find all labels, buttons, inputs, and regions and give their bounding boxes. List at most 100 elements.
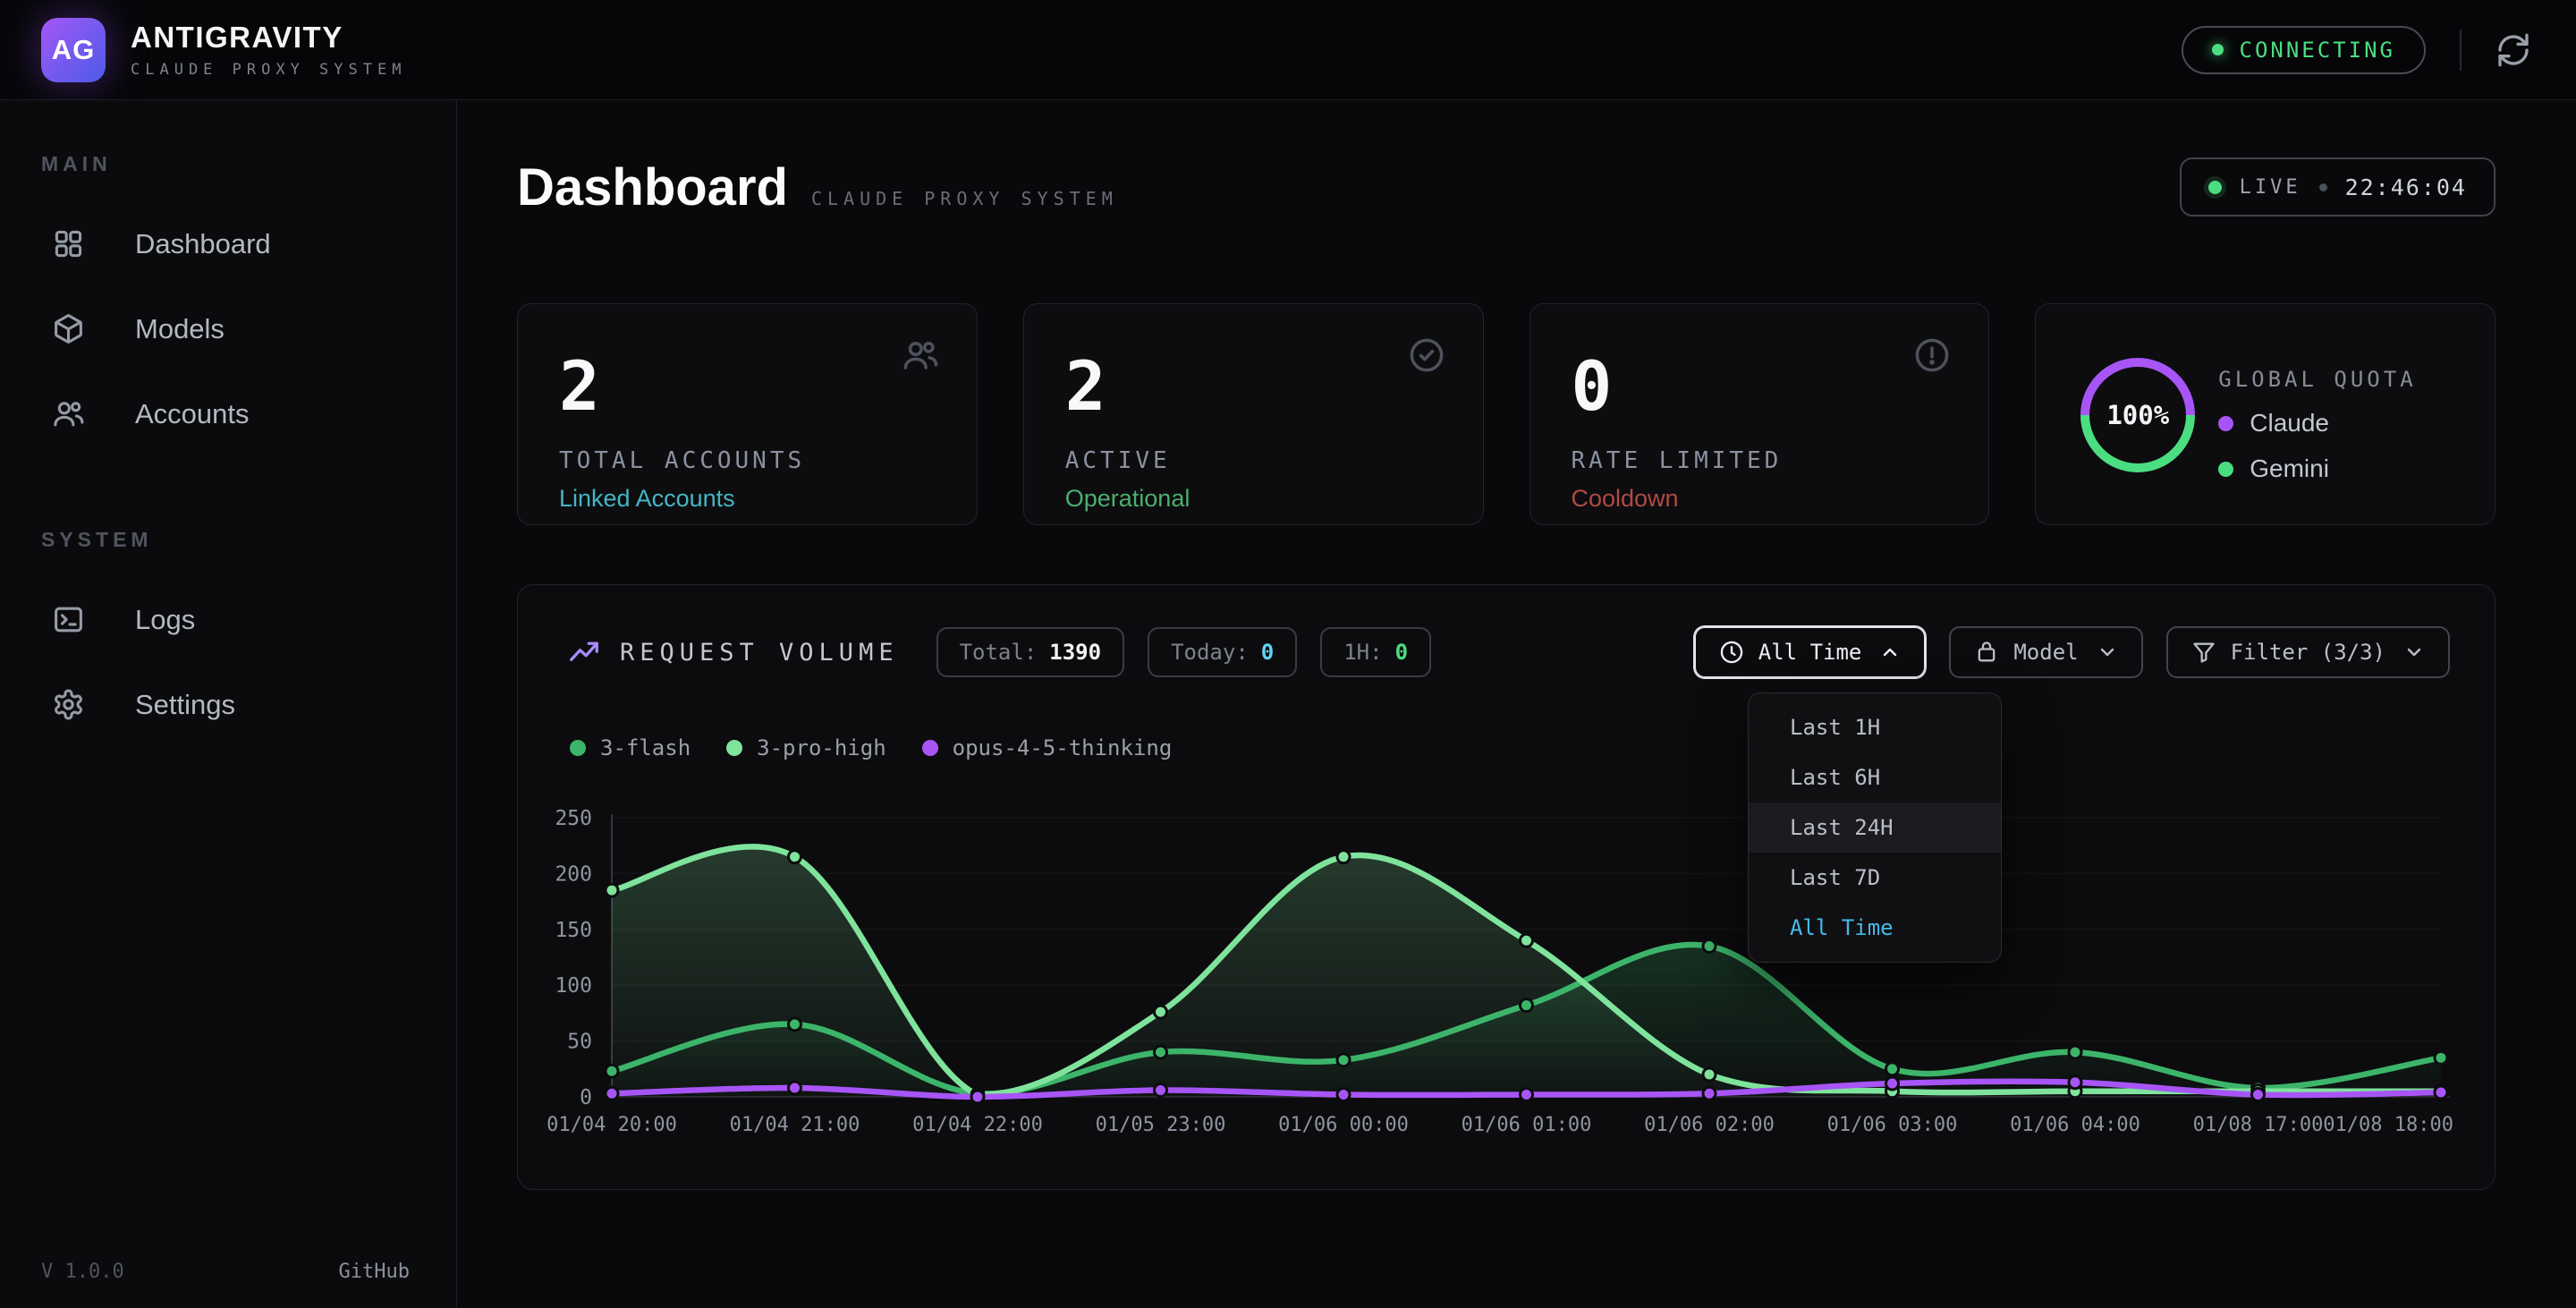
today-requests-pill: Today: 0 [1148,627,1297,677]
users-icon [902,336,939,374]
menu-item-all-time[interactable]: All Time [1749,903,2001,953]
svg-text:250: 250 [555,809,592,830]
live-badge: LIVE 22:46:04 [2180,157,2496,217]
sidebar-item-label: Dashboard [135,228,271,260]
svg-text:01/04 21:00: 01/04 21:00 [730,1114,860,1136]
menu-item-last-7d[interactable]: Last 7D [1749,853,2001,903]
box-icon [1974,640,1999,665]
live-time: 22:46:04 [2345,174,2467,200]
cube-icon [52,312,85,345]
quota-ring: 100% [2080,358,2195,472]
legend-item-3-pro-high: 3-pro-high [726,735,886,760]
app-name: ANTIGRAVITY [131,21,406,55]
legend-item-3-flash: 3-flash [570,735,691,760]
sidebar-item-dashboard[interactable]: Dashboard [0,201,456,286]
quota-legend-item: Claude [2218,409,2416,437]
svg-text:01/06 01:00: 01/06 01:00 [1462,1114,1592,1136]
sidebar-section-main: MAIN Dashboard [0,152,456,456]
svg-text:01/08 18:00: 01/08 18:00 [2323,1114,2453,1136]
svg-text:01/05 23:00: 01/05 23:00 [1096,1114,1226,1136]
menu-item-last-24h[interactable]: Last 24H [1749,803,2001,853]
stat-label: ACTIVE [1065,447,1442,474]
users-icon [52,397,85,430]
total-requests-pill: Total: 1390 [936,627,1125,677]
request-volume-chart: 05010015020025001/04 20:0001/04 21:0001/… [543,809,2511,1149]
svg-text:50: 50 [567,1031,592,1054]
model-filter-button[interactable]: Model [1949,626,2142,678]
filter-button[interactable]: Filter (3/3) [2166,626,2450,678]
time-range-button[interactable]: All Time [1694,626,1927,678]
funnel-icon [2191,640,2216,665]
app-subtitle: CLAUDE PROXY SYSTEM [131,61,406,79]
topbar-right: CONNECTING [2182,26,2532,74]
svg-text:01/04 20:00: 01/04 20:00 [547,1114,677,1136]
stat-label: TOTAL ACCOUNTS [559,447,936,474]
legend-dot [922,740,938,756]
claude-legend-dot [2218,416,2233,431]
page-header: Dashboard CLAUDE PROXY SYSTEM LIVE 22:46… [517,157,2496,217]
quota-percent: 100% [2106,400,2169,430]
sidebar: MAIN Dashboard [0,100,457,1308]
page-subtitle: CLAUDE PROXY SYSTEM [811,188,1118,209]
quota-legend-item: Gemini [2218,454,2416,483]
legend-label: 3-pro-high [757,735,886,760]
svg-text:01/06 03:00: 01/06 03:00 [1827,1114,1958,1136]
menu-item-last-6h[interactable]: Last 6H [1749,752,2001,803]
live-separator-dot [2319,183,2327,191]
svg-text:01/06 00:00: 01/06 00:00 [1278,1114,1409,1136]
stat-sublabel: Operational [1065,485,1442,513]
stat-label: GLOBAL QUOTA [2218,367,2416,392]
legend-item-opus-4-5-thinking: opus-4-5-thinking [922,735,1173,760]
chevron-down-icon [2403,641,2425,663]
request-stat-pills: Total: 1390 Today: 0 1H: 0 [936,627,1431,677]
chart-legend: 3-flash 3-pro-high opus-4-5-thinking [570,735,1172,760]
pill-value: 0 [1395,640,1408,665]
grid-icon [52,227,85,260]
card-rate-limited: 0 RATE LIMITED Cooldown [1530,303,1990,525]
menu-item-last-1h[interactable]: Last 1H [1749,702,2001,752]
gemini-legend-dot [2218,462,2233,477]
alert-circle-icon [1913,336,1951,374]
app-logo: AG [41,18,106,82]
svg-text:100: 100 [555,974,592,998]
refresh-icon[interactable] [2496,32,2531,68]
legend-dot [726,740,742,756]
hour-requests-pill: 1H: 0 [1320,627,1431,677]
sidebar-footer: V 1.0.0 GitHub [41,1261,410,1283]
github-link[interactable]: GitHub [339,1261,410,1283]
page-title: Dashboard [517,157,788,217]
stat-sublabel: Linked Accounts [559,485,936,513]
topbar-divider [2460,30,2462,71]
legend-dot [570,740,586,756]
pill-value: 0 [1261,640,1274,665]
sidebar-item-settings[interactable]: Settings [0,662,456,747]
svg-text:01/06 04:00: 01/06 04:00 [2010,1114,2140,1136]
chevron-up-icon [1879,641,1901,663]
app-logo-text: AG [52,34,96,66]
connection-status-dot [2212,44,2224,55]
request-volume-panel: REQUEST VOLUME Total: 1390 Today: 0 1H: … [517,584,2496,1190]
stat-sublabel: Cooldown [1572,485,1948,513]
sidebar-item-label: Settings [135,689,235,721]
trending-up-icon [568,636,600,668]
svg-text:150: 150 [555,919,592,942]
main-content: Dashboard CLAUDE PROXY SYSTEM LIVE 22:46… [457,100,2576,1308]
brand: ANTIGRAVITY CLAUDE PROXY SYSTEM [131,21,406,79]
sidebar-section-title: MAIN [41,152,456,176]
pill-value: 1390 [1049,640,1101,665]
stat-cards: 2 TOTAL ACCOUNTS Linked Accounts 2 ACTIV… [517,303,2496,525]
sidebar-item-accounts[interactable]: Accounts [0,371,456,456]
topbar: AG ANTIGRAVITY CLAUDE PROXY SYSTEM CONNE… [0,0,2576,100]
card-total-accounts: 2 TOTAL ACCOUNTS Linked Accounts [517,303,978,525]
legend-label: 3-flash [600,735,691,760]
clock-icon [1719,640,1744,665]
svg-text:200: 200 [555,862,592,886]
svg-text:01/04 22:00: 01/04 22:00 [912,1114,1043,1136]
stat-value: 0 [1572,352,1948,420]
sidebar-item-models[interactable]: Models [0,286,456,371]
sidebar-item-label: Accounts [135,398,250,430]
time-range-label: All Time [1758,640,1862,665]
sidebar-item-label: Logs [135,604,195,636]
quota-legend-label: Claude [2250,409,2329,437]
sidebar-item-logs[interactable]: Logs [0,577,456,662]
